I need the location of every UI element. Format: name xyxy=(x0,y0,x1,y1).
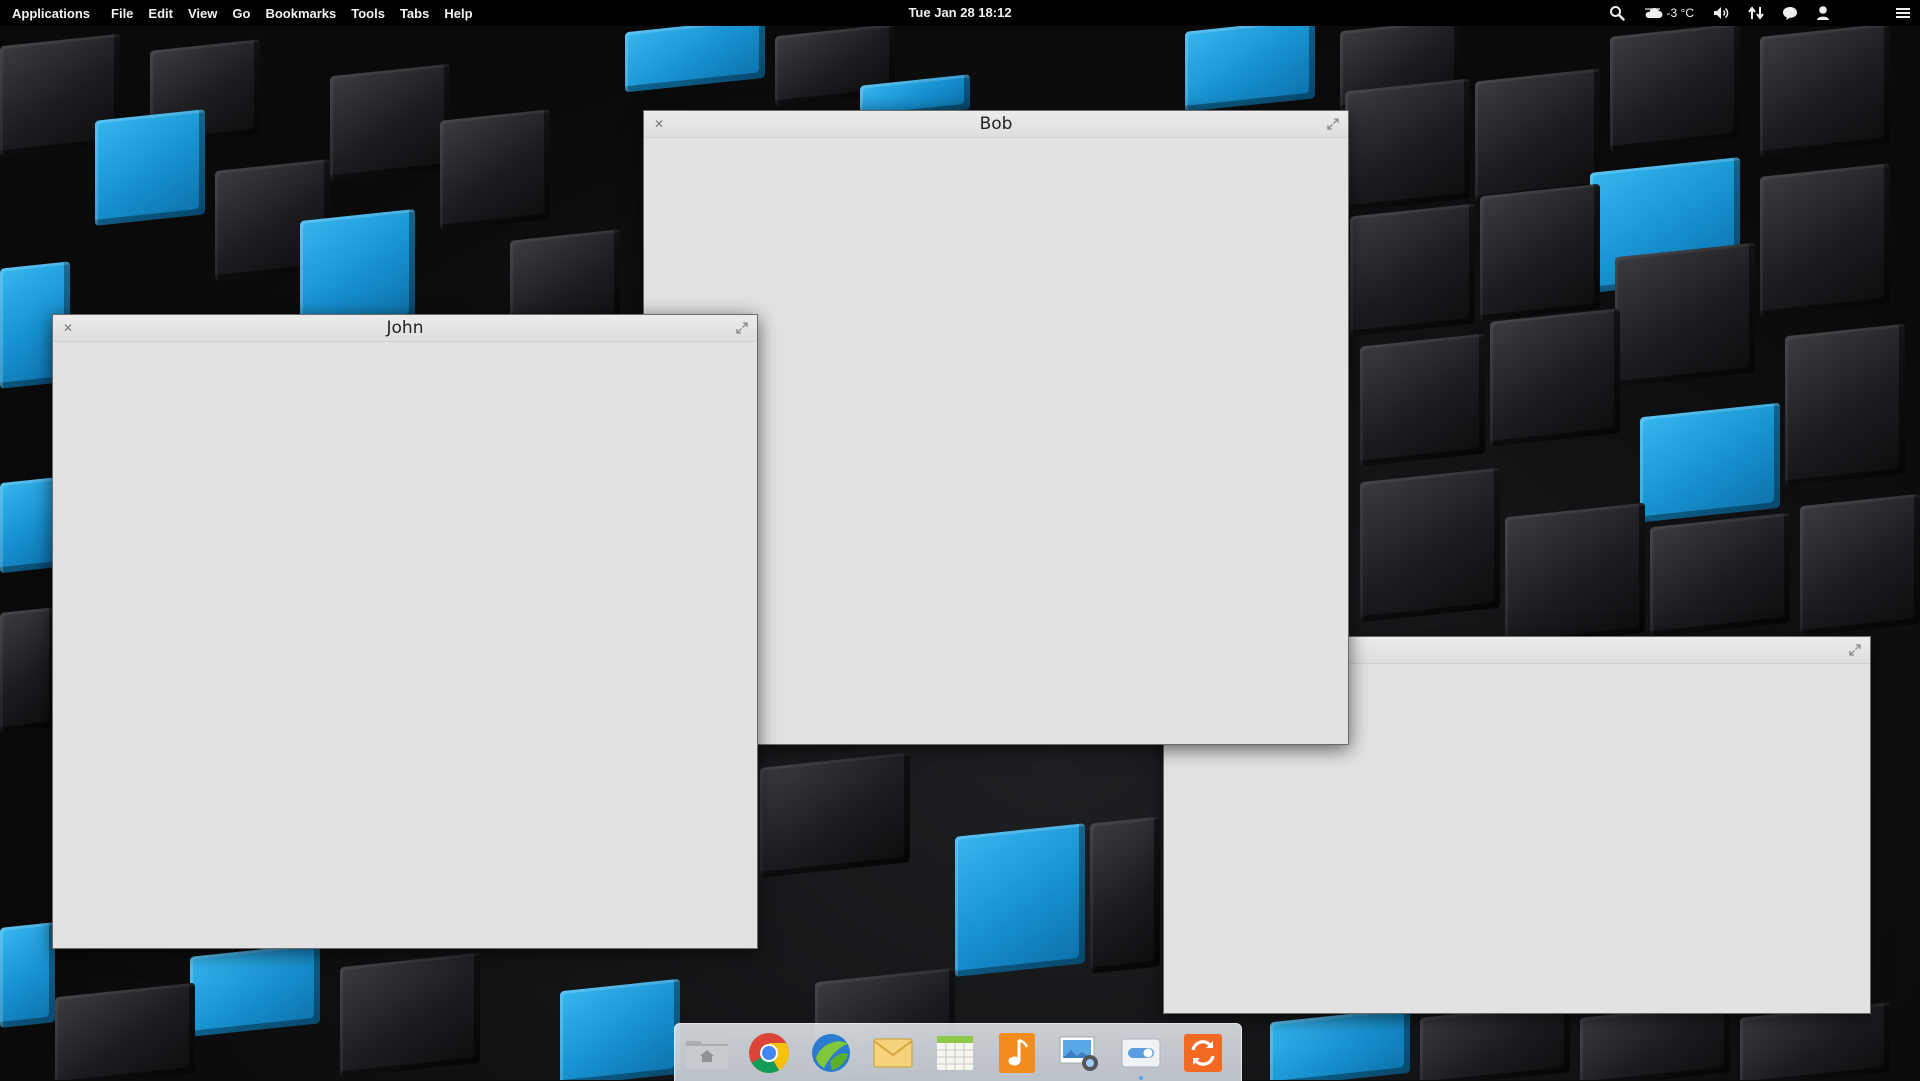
menu-go[interactable]: Go xyxy=(232,6,250,21)
music-icon[interactable] xyxy=(993,1030,1041,1076)
window-title: John xyxy=(386,318,424,338)
menu-bookmarks[interactable]: Bookmarks xyxy=(265,6,336,21)
indicator-area: -3 °C xyxy=(1609,0,1910,26)
calendar-icon[interactable] xyxy=(931,1030,979,1076)
weather-temperature: -3 °C xyxy=(1666,6,1694,20)
dock xyxy=(674,1023,1242,1081)
user-icon[interactable] xyxy=(1816,0,1830,26)
menu-tabs[interactable]: Tabs xyxy=(400,6,429,21)
maximize-icon[interactable] xyxy=(1847,642,1863,658)
menu-help[interactable]: Help xyxy=(444,6,472,21)
window-titlebar[interactable]: ✕ Bob xyxy=(644,111,1348,138)
search-icon[interactable] xyxy=(1609,0,1625,26)
chrome-icon[interactable] xyxy=(745,1030,793,1076)
menu-bar: Applications File Edit View Go Bookmarks… xyxy=(12,0,473,26)
maximize-icon[interactable] xyxy=(734,320,750,336)
menu-icon[interactable] xyxy=(1896,0,1910,26)
window-title: Bob xyxy=(979,114,1013,134)
menu-tools[interactable]: Tools xyxy=(351,6,385,21)
menu-file[interactable]: File xyxy=(111,6,133,21)
messaging-icon[interactable] xyxy=(1782,0,1798,26)
software-update-icon[interactable] xyxy=(1179,1030,1227,1076)
menu-view[interactable]: View xyxy=(188,6,217,21)
clock[interactable]: Tue Jan 28 18:12 xyxy=(908,5,1011,20)
top-panel: Applications File Edit View Go Bookmarks… xyxy=(0,0,1920,26)
photos-icon[interactable] xyxy=(1055,1030,1103,1076)
applications-menu[interactable]: Applications xyxy=(12,6,90,21)
window-john[interactable]: ✕ John xyxy=(52,314,758,949)
network-icon[interactable] xyxy=(1748,0,1764,26)
menu-edit[interactable]: Edit xyxy=(148,6,173,21)
weather-icon xyxy=(1643,6,1663,20)
weather-indicator[interactable]: -3 °C xyxy=(1643,0,1694,26)
volume-icon[interactable] xyxy=(1712,0,1730,26)
mail-icon[interactable] xyxy=(869,1030,917,1076)
switchboard-settings-icon[interactable] xyxy=(1117,1030,1165,1080)
maximize-icon[interactable] xyxy=(1325,116,1341,132)
window-titlebar[interactable]: ✕ John xyxy=(53,315,757,342)
midori-browser-icon[interactable] xyxy=(807,1030,855,1076)
files-icon[interactable] xyxy=(683,1030,731,1076)
running-indicator xyxy=(1139,1076,1143,1080)
